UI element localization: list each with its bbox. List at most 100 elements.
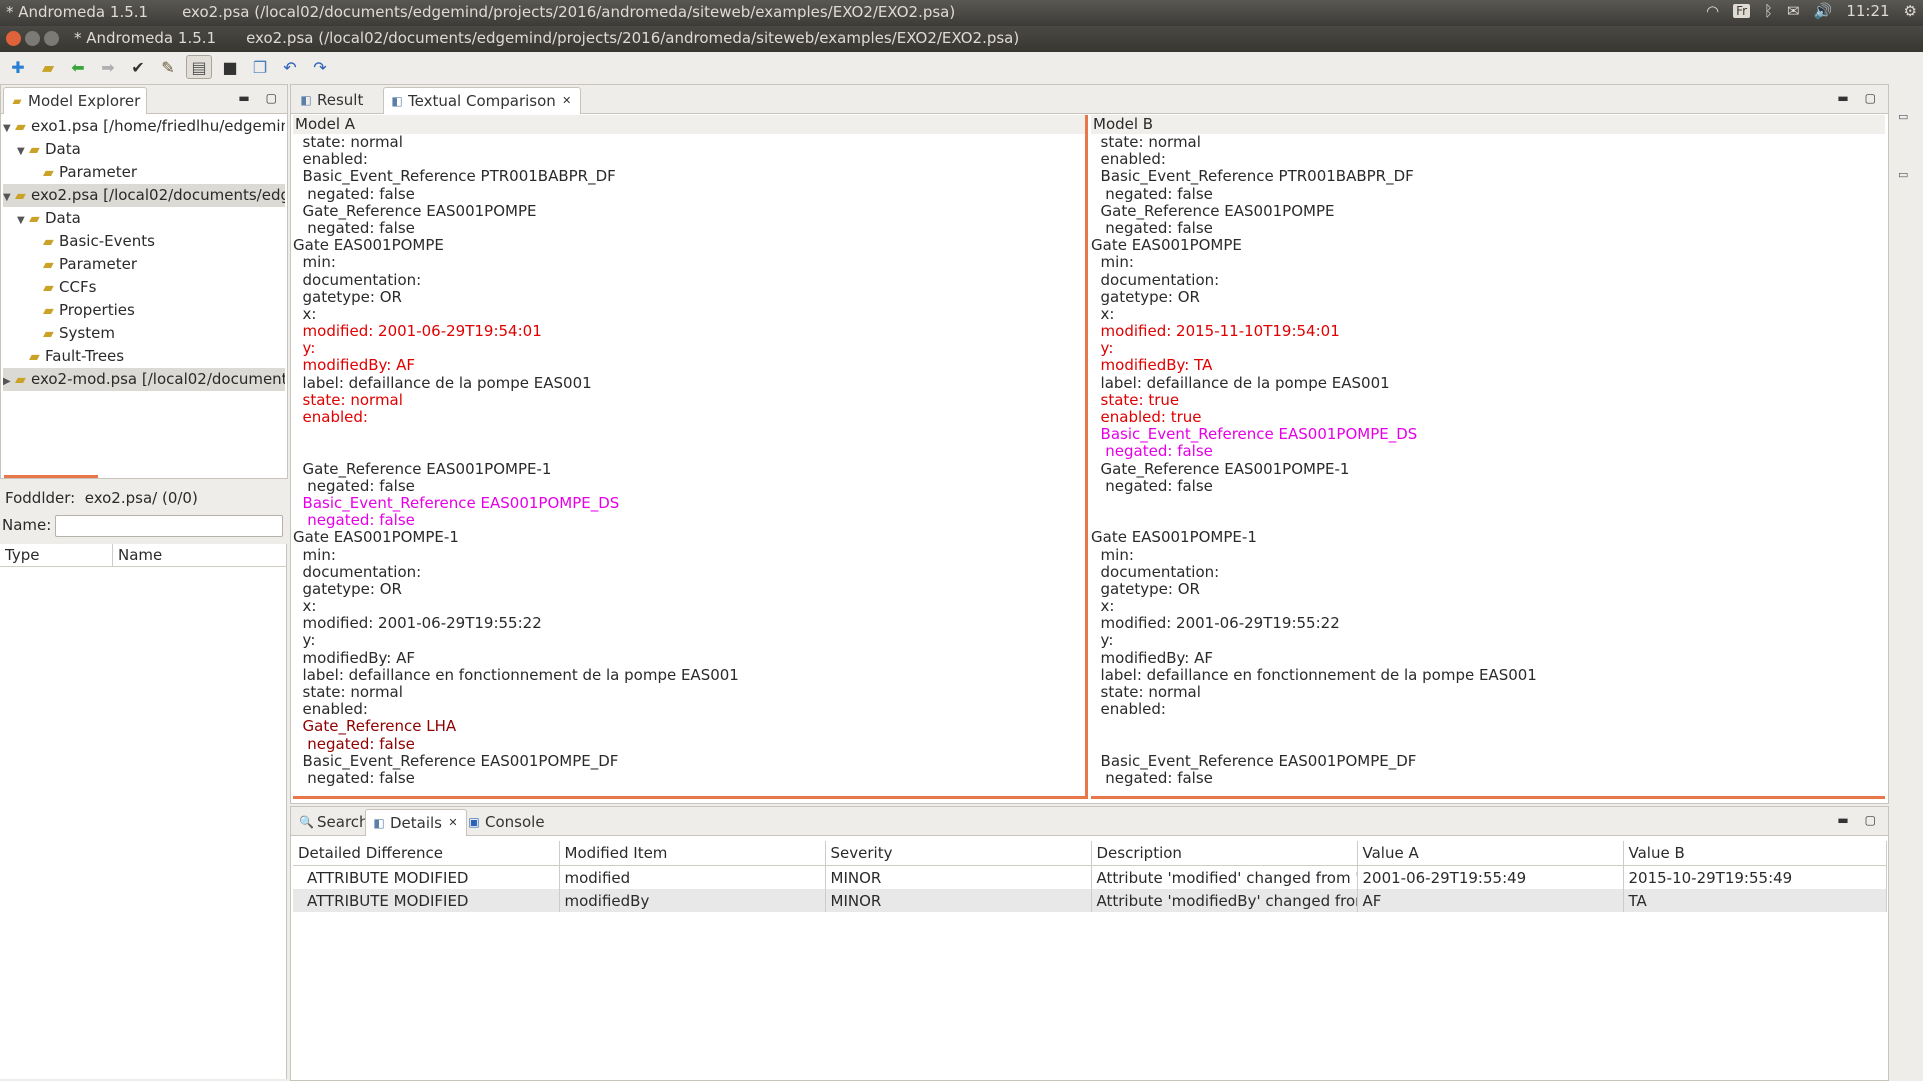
tab-result[interactable]: ◧ Result: [293, 87, 369, 113]
tree-node-label: Properties: [59, 301, 135, 319]
maximize-icon[interactable]: ▢: [1865, 813, 1876, 827]
tree-node[interactable]: ▼ ▰ Data: [3, 207, 285, 230]
expand-arrow-icon[interactable]: ▼: [17, 209, 29, 230]
tree-node[interactable]: ▶ ▰ exo2-mod.psa [/local02/documents/: [3, 368, 285, 391]
model-a-header: Model A: [293, 115, 1085, 134]
column-header[interactable]: Detailed Difference: [293, 841, 560, 866]
expand-arrow-icon[interactable]: ▼: [3, 186, 15, 207]
terminal-icon[interactable]: ■: [218, 56, 242, 78]
forward-arrow-icon[interactable]: ➡: [96, 56, 120, 78]
diff-line: modifiedBy: AF: [1091, 648, 1213, 667]
diff-line: state: normal: [1091, 133, 1201, 151]
tree-node-label: Fault-Trees: [45, 347, 125, 365]
diff-line: enabled: true: [1091, 408, 1202, 426]
tab-console[interactable]: ▣ Console: [461, 809, 551, 835]
tree-node[interactable]: ▰ Parameter: [3, 253, 285, 276]
back-arrow-icon[interactable]: ⬅: [66, 56, 90, 78]
column-header[interactable]: Description: [1091, 841, 1358, 866]
system-app-name: * Andromeda 1.5.1: [6, 3, 149, 21]
tree-node[interactable]: ▰ Fault-Trees: [3, 345, 285, 368]
minimize-icon[interactable]: ▬: [1837, 91, 1848, 105]
bluetooth-icon[interactable]: ᛒ: [1764, 2, 1773, 20]
undo-icon[interactable]: ↶: [278, 56, 302, 78]
table-row[interactable]: ATTRIBUTE MODIFIED modified MINOR Attribute…: [293, 865, 1887, 889]
volume-icon[interactable]: 🔊: [1814, 2, 1833, 20]
window-minimize-button[interactable]: [25, 31, 40, 46]
name-label: Name:: [2, 516, 52, 534]
expand-arrow-icon[interactable]: ▼: [17, 140, 29, 161]
expand-arrow-icon[interactable]: ▶: [3, 370, 15, 391]
wifi-icon[interactable]: ◠: [1706, 2, 1719, 20]
restore-icon[interactable]: ▭: [1898, 88, 1908, 146]
close-icon[interactable]: ✕: [446, 816, 460, 830]
diff-line: modified: 2015-11-10T19:54:01: [1091, 322, 1340, 341]
minimize-icon[interactable]: ▬: [1837, 813, 1848, 827]
tree-node[interactable]: ▰ System: [3, 322, 285, 345]
window-maximize-button[interactable]: [44, 31, 59, 46]
explorer-icon: ▰: [12, 94, 22, 108]
name-filter-input[interactable]: [55, 515, 283, 537]
column-header[interactable]: Severity: [825, 841, 1092, 866]
diff-line: Basic_Event_Reference PTR001BABPR_DF: [293, 167, 616, 186]
tree-node[interactable]: ▰ Properties: [3, 299, 285, 322]
clock[interactable]: 11:21: [1846, 2, 1889, 20]
expand-arrow-icon[interactable]: ▼: [3, 117, 15, 138]
diff-line: gatetype: OR: [293, 287, 402, 306]
tab-details[interactable]: ◧ Details ✕: [365, 809, 468, 836]
table-cell: TA: [1623, 889, 1887, 912]
gear-icon[interactable]: ⚙: [1904, 2, 1917, 20]
tree-node-label: exo1.psa [/home/friedlhu/edgemind: [31, 117, 285, 135]
redo-icon[interactable]: ↷: [308, 56, 332, 78]
column-header[interactable]: Modified Item: [559, 841, 826, 866]
table-cell: ATTRIBUTE MODIFIED: [293, 889, 560, 912]
tree-node[interactable]: ▰ Parameter: [3, 161, 285, 184]
tab-console-label: Console: [485, 813, 545, 831]
folder-icon: ▰: [15, 372, 26, 388]
maximize-icon[interactable]: ▢: [1865, 91, 1876, 105]
copy-icon[interactable]: ❐: [248, 56, 272, 78]
restore-icon[interactable]: ▭: [1898, 146, 1908, 204]
differences-body: ATTRIBUTE MODIFIED modified MINOR Attribute…: [293, 865, 1887, 912]
maximize-icon[interactable]: ▢: [266, 91, 277, 105]
tree-node[interactable]: ▰ CCFs: [3, 276, 285, 299]
model-a-pane[interactable]: Model A state: normal enabled: Basic_Eve…: [293, 115, 1088, 799]
folder-label: Foddlder:: [5, 489, 76, 507]
column-header[interactable]: Value A: [1357, 841, 1624, 866]
table-cell: modifiedBy: [559, 889, 826, 912]
tree-node[interactable]: ▰ Basic-Events: [3, 230, 285, 253]
open-folder-icon[interactable]: ▰: [36, 56, 60, 78]
mail-icon[interactable]: ✉: [1787, 2, 1800, 20]
diff-line: Gate_Reference EAS001POMPE-1: [1091, 459, 1350, 478]
tree-node[interactable]: ▼ ▰ exo1.psa [/home/friedlhu/edgemind: [3, 115, 285, 138]
tab-result-label: Result: [317, 91, 364, 109]
table-row[interactable]: ATTRIBUTE MODIFIED modifiedBy MINOR Attribu…: [293, 889, 1887, 912]
tab-model-explorer[interactable]: ▰ Model Explorer: [3, 87, 148, 114]
tab-textual-comparison[interactable]: ◧ Textual Comparison ✕: [383, 87, 581, 114]
column-type[interactable]: Type: [5, 546, 39, 564]
tree-node-label: Data: [45, 209, 81, 227]
diff-line: y:: [293, 339, 316, 358]
diff-line: [293, 426, 1085, 443]
validate-check-icon[interactable]: ✔: [126, 56, 150, 78]
side-restore-icons: ▭ ▭: [1898, 88, 1908, 204]
tab-search[interactable]: 🔍 Search: [293, 809, 375, 835]
diff-line: min:: [293, 253, 336, 272]
diff-line: Gate EAS001POMPE: [1091, 236, 1242, 255]
column-header[interactable]: Value B: [1623, 841, 1887, 866]
tools-icon[interactable]: ✎: [156, 56, 180, 78]
model-explorer-panel: ▰ Model Explorer ▬ ▢ ▼ ▰ exo1.psa [/home/f…: [0, 84, 288, 479]
tree-node[interactable]: ▼▰ exo2.psa [/local02/documents/edgemind: [3, 184, 285, 207]
compare-icon[interactable]: ▤: [186, 55, 212, 79]
tree-node[interactable]: ▼ ▰ Data: [3, 138, 285, 161]
keyboard-layout-indicator[interactable]: Fr: [1733, 4, 1751, 18]
diff-line: negated: false: [1091, 442, 1213, 461]
new-icon[interactable]: ✚: [6, 56, 30, 78]
window-close-button[interactable]: [6, 31, 21, 46]
close-icon[interactable]: ✕: [560, 94, 574, 108]
minimize-icon[interactable]: ▬: [238, 91, 249, 105]
column-name[interactable]: Name: [118, 546, 162, 564]
diff-line: label: defaillance en fonctionnement de …: [293, 665, 739, 684]
diff-line: negated: false: [293, 476, 415, 495]
model-b-pane[interactable]: Model B state: normal enabled: Basic_Eve…: [1091, 115, 1885, 799]
console-icon: ▣: [468, 815, 480, 829]
